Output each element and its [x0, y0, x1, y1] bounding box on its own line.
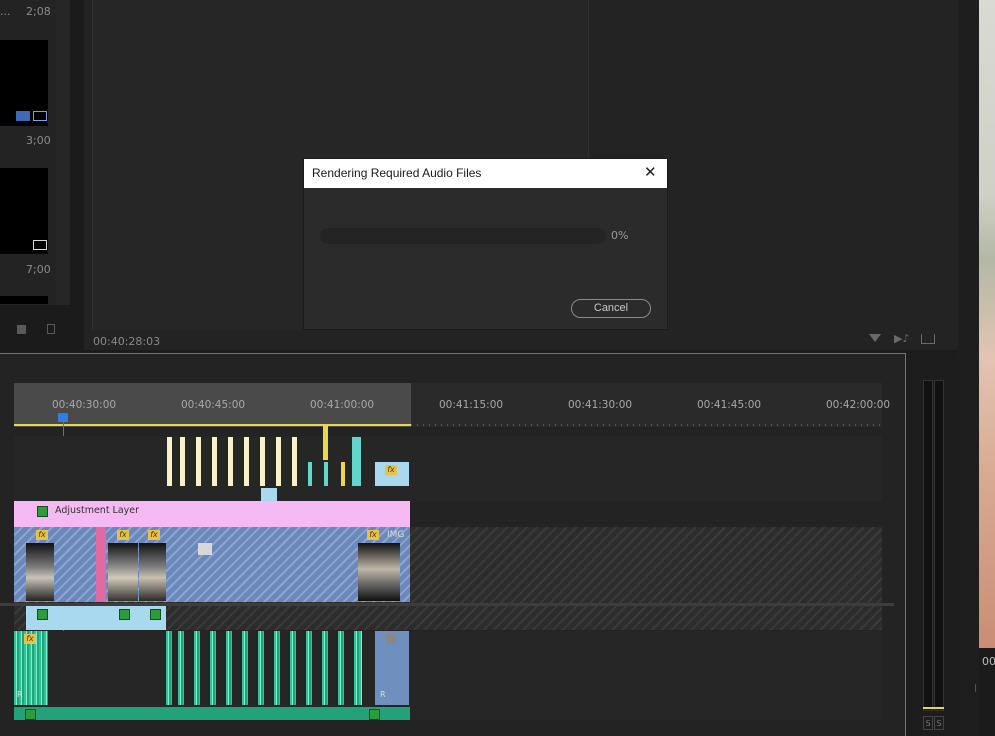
audio-clip[interactable] — [322, 631, 328, 705]
video-preview-frame — [979, 0, 995, 648]
solo-left-button[interactable]: S — [923, 716, 933, 730]
effect-badge-icon — [25, 709, 36, 720]
project-panel-border — [56, 0, 70, 305]
video-clip-pink[interactable] — [96, 527, 106, 602]
render-progress-bar — [320, 228, 606, 244]
fx-badge-icon: fx — [385, 465, 397, 475]
merged-clip-badge-icon — [33, 111, 47, 121]
trash-icon[interactable] — [47, 324, 55, 334]
track-v4 — [14, 436, 882, 462]
effect-badge-icon — [119, 609, 130, 620]
video-clip[interactable] — [14, 527, 410, 602]
graphic-clip[interactable] — [341, 462, 345, 486]
adjustment-layer-label: Adjustment Layer — [55, 505, 140, 516]
new-item-icon[interactable] — [17, 325, 26, 334]
video-clip-thumbnail[interactable] — [26, 543, 54, 601]
render-progress-text: 0% — [611, 229, 629, 242]
audio-clip[interactable] — [14, 707, 410, 720]
audio-icon[interactable]: ▶♪ — [894, 333, 909, 345]
title-clip[interactable] — [228, 437, 233, 486]
solo-right-button[interactable]: S — [934, 716, 944, 730]
ruler-tick-label: 00:41:15:00 — [439, 399, 504, 411]
title-clip[interactable] — [276, 437, 281, 486]
title-clip[interactable] — [292, 437, 297, 486]
ruler-tick-label: 00:40:45:00 — [181, 399, 246, 411]
graphic-clip[interactable] — [323, 426, 328, 460]
render-dialog: Rendering Required Audio Files ✕ 0% Canc… — [304, 159, 667, 329]
project-item-name: ... — [0, 5, 11, 18]
audio-meter-channel — [923, 380, 933, 711]
title-clip[interactable] — [260, 437, 265, 486]
title-clip[interactable] — [167, 437, 172, 486]
multicam-badge-icon — [16, 111, 30, 121]
video-clip-thumbnail[interactable] — [139, 543, 166, 601]
ruler-tick-label: 00:41:00:00 — [310, 399, 375, 411]
video-clip-thumbnail[interactable] — [108, 543, 138, 601]
right-panel-ruler — [975, 684, 995, 692]
audio-clip[interactable] — [306, 631, 312, 705]
filter-icon[interactable] — [869, 334, 881, 342]
audio-clip-fx-icon — [386, 634, 396, 644]
title-clip[interactable] — [196, 437, 201, 486]
audio-clip[interactable] — [354, 631, 362, 705]
project-item-duration: 7;00 — [26, 263, 51, 276]
video-clip-thumbnail[interactable] — [358, 543, 400, 601]
playhead-handle[interactable] — [58, 413, 68, 422]
track-a3-remainder — [410, 707, 882, 720]
right-panel-timecode: 00 — [982, 655, 995, 668]
effect-badge-icon — [37, 506, 48, 517]
program-timecode[interactable]: 00:40:28:03 — [93, 335, 160, 348]
export-frame-icon[interactable] — [921, 334, 935, 344]
audio-clip[interactable] — [194, 631, 200, 705]
audio-clip-r-label: R — [380, 690, 386, 699]
title-clip[interactable] — [212, 437, 217, 486]
effect-badge-icon — [150, 609, 161, 620]
project-item-thumbnail[interactable] — [0, 296, 48, 304]
audio-clip[interactable] — [226, 631, 232, 705]
audio-meter-channel — [934, 380, 944, 711]
project-item-duration: 3;00 — [26, 134, 51, 147]
ruler-tick-label: 00:40:30:00 — [52, 399, 117, 411]
ruler-tick-label: 00:41:30:00 — [568, 399, 633, 411]
project-item-duration: 2;08 — [26, 5, 51, 18]
dialog-title: Rendering Required Audio Files — [312, 166, 482, 180]
audio-clip[interactable] — [210, 631, 216, 705]
audio-clip[interactable] — [290, 631, 296, 705]
fx-badge-icon: fx — [24, 634, 36, 644]
ruler-baseline — [411, 424, 882, 426]
graphic-clip[interactable] — [352, 437, 361, 486]
effect-badge-icon — [369, 709, 380, 720]
audio-clip[interactable] — [258, 631, 264, 705]
title-clip[interactable] — [180, 437, 185, 486]
audio-clip[interactable] — [274, 631, 280, 705]
audio-clip[interactable] — [166, 631, 172, 705]
fx-badge-icon: fx — [148, 530, 160, 540]
audio-clip[interactable] — [338, 631, 344, 705]
graphic-clip[interactable] — [324, 462, 328, 486]
effect-badge-icon — [37, 609, 48, 620]
merged-clip-badge-icon — [33, 240, 47, 250]
audio-meter-peak — [923, 707, 944, 709]
audio-clip[interactable] — [178, 631, 184, 705]
title-clip[interactable] — [244, 437, 249, 486]
graphic-clip[interactable] — [308, 462, 312, 486]
work-area-yellow-line[interactable] — [14, 424, 411, 426]
ruler-tick-label: 00:42:00:00 — [826, 399, 891, 411]
clip-name-label: IMG — [387, 530, 405, 540]
fx-badge-icon: fx — [36, 530, 48, 540]
fx-badge-icon: fx — [367, 530, 379, 540]
ruler-tick-label: 00:41:45:00 — [697, 399, 762, 411]
audio-clip[interactable] — [242, 631, 248, 705]
cancel-button[interactable]: Cancel — [571, 299, 651, 318]
close-icon[interactable]: ✕ — [644, 164, 657, 180]
right-panel-border — [958, 0, 979, 736]
audio-clip-r-label: R — [17, 690, 23, 699]
track-v2 — [14, 488, 882, 501]
fx-badge-icon: fx — [117, 530, 129, 540]
track-v3 — [14, 462, 882, 488]
graphic-clip[interactable] — [261, 488, 277, 501]
video-clip-thumbnail[interactable] — [198, 543, 212, 555]
track-a2-background — [14, 631, 882, 707]
